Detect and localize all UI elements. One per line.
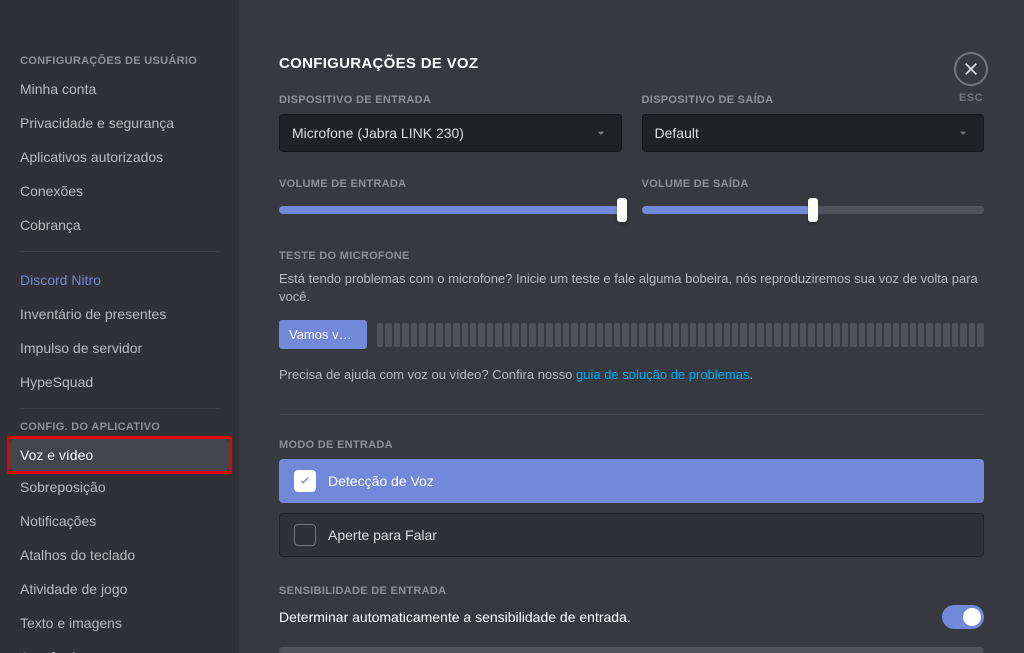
sidebar-item-privacy[interactable]: Privacidade e segurança — [10, 107, 229, 139]
annotation-highlight: Voz e vídeo — [7, 436, 232, 474]
sidebar-separator — [20, 251, 219, 252]
input-sensitivity-header: SENSIBILIDADE DE ENTRADA — [279, 585, 984, 597]
settings-sidebar: CONFIGURAÇÕES DE USUÁRIO Minha conta Pri… — [0, 0, 239, 653]
sidebar-item-account[interactable]: Minha conta — [10, 73, 229, 105]
checkbox-checked — [294, 470, 316, 492]
sidebar-separator — [20, 408, 219, 409]
mic-level-meter — [377, 323, 984, 347]
sidebar-item-voice-video[interactable]: Voz e vídeo — [10, 439, 229, 471]
slider-thumb[interactable] — [617, 198, 627, 222]
sidebar-item-nitro[interactable]: Discord Nitro — [10, 264, 229, 296]
auto-sensitivity-toggle[interactable] — [942, 605, 984, 629]
mode-label: Aperte para Falar — [328, 527, 437, 543]
mic-test-description: Está tendo problemas com o microfone? In… — [279, 270, 984, 306]
input-device-value: Microfone (Jabra LINK 230) — [292, 125, 464, 141]
input-device-label: DISPOSITIVO DE ENTRADA — [279, 94, 622, 106]
slider-thumb[interactable] — [808, 198, 818, 222]
sidebar-item-overlay[interactable]: Sobreposição — [10, 471, 229, 503]
sidebar-item-keybinds[interactable]: Atalhos do teclado — [10, 539, 229, 571]
close-settings: ESC — [954, 52, 988, 104]
sidebar-item-appearance[interactable]: Aparência — [10, 641, 229, 653]
close-button[interactable] — [954, 52, 988, 86]
mode-label: Detecção de Voz — [328, 473, 434, 489]
page-title: CONFIGURAÇÕES DE VOZ — [279, 55, 984, 72]
settings-content: ESC CONFIGURAÇÕES DE VOZ DISPOSITIVO DE … — [239, 0, 1024, 653]
section-header-user: CONFIGURAÇÕES DE USUÁRIO — [10, 55, 229, 73]
sidebar-item-billing[interactable]: Cobrança — [10, 209, 229, 241]
output-device-select[interactable]: Default — [642, 114, 985, 152]
sidebar-item-notifications[interactable]: Notificações — [10, 505, 229, 537]
sensitivity-meter — [279, 647, 984, 653]
esc-label: ESC — [954, 92, 988, 104]
output-device-label: DISPOSITIVO DE SAÍDA — [642, 94, 985, 106]
output-device-value: Default — [655, 125, 699, 141]
input-mode-push-to-talk[interactable]: Aperte para Falar — [279, 513, 984, 557]
mic-test-button[interactable]: Vamos verif... — [279, 320, 367, 349]
slider-fill — [279, 206, 622, 214]
input-mode-header: MODO DE ENTRADA — [279, 439, 984, 451]
sidebar-item-auth-apps[interactable]: Aplicativos autorizados — [10, 141, 229, 173]
check-icon — [297, 473, 313, 489]
content-divider — [279, 414, 984, 415]
sidebar-item-server-boost[interactable]: Impulso de servidor — [10, 332, 229, 364]
output-volume-label: VOLUME DE SAÍDA — [642, 178, 985, 190]
sidebar-item-gift-inventory[interactable]: Inventário de presentes — [10, 298, 229, 330]
input-mode-voice-activity[interactable]: Detecção de Voz — [279, 459, 984, 503]
checkbox-unchecked — [294, 524, 316, 546]
output-volume-slider[interactable] — [642, 206, 985, 214]
sidebar-item-hypesquad[interactable]: HypeSquad — [10, 366, 229, 398]
sidebar-item-connections[interactable]: Conexões — [10, 175, 229, 207]
help-prefix: Precisa de ajuda com voz ou vídeo? Confi… — [279, 367, 576, 382]
auto-sensitivity-label: Determinar automaticamente a sensibilida… — [279, 609, 631, 625]
input-volume-slider[interactable] — [279, 206, 622, 214]
slider-fill — [642, 206, 813, 214]
chevron-down-icon — [955, 125, 971, 141]
troubleshoot-link[interactable]: guia de solução de problemas — [576, 367, 749, 382]
mic-test-header: TESTE DO MICROFONE — [279, 250, 984, 262]
input-device-select[interactable]: Microfone (Jabra LINK 230) — [279, 114, 622, 152]
close-icon — [963, 61, 979, 77]
sidebar-item-text-images[interactable]: Texto e imagens — [10, 607, 229, 639]
input-volume-label: VOLUME DE ENTRADA — [279, 178, 622, 190]
chevron-down-icon — [593, 125, 609, 141]
toggle-knob — [963, 608, 981, 626]
sidebar-item-game-activity[interactable]: Atividade de jogo — [10, 573, 229, 605]
help-text: Precisa de ajuda com voz ou vídeo? Confi… — [279, 367, 984, 382]
